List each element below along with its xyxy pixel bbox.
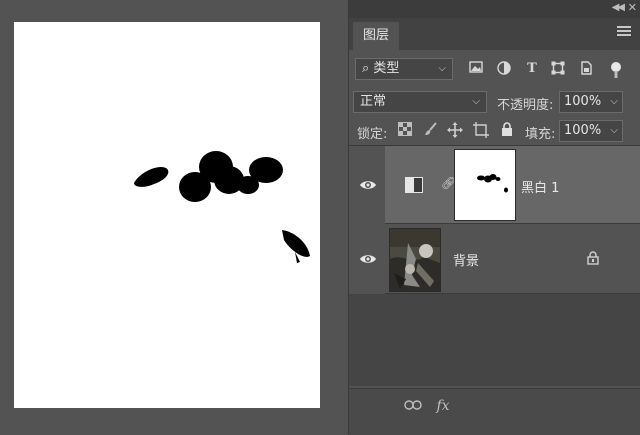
mask-blob-4	[495, 177, 501, 181]
opacity-input[interactable]: 100% ⌵	[559, 91, 623, 113]
layer-mask-thumbnail[interactable]	[454, 149, 516, 221]
close-icon[interactable]: ✕	[628, 1, 637, 14]
prevent-auto-nesting-icon[interactable]	[473, 122, 489, 138]
panel-title-strip: ◀◀ ✕	[349, 0, 640, 18]
layers-list: 🔗︎ 黑白 1 背景	[349, 145, 640, 386]
fx-icon[interactable]: fx	[433, 397, 453, 415]
chevron-down-icon: ⌵	[438, 63, 446, 74]
filter-kind-select[interactable]: ⌕ 类型 ⌵	[355, 58, 453, 80]
image-filter-icon[interactable]	[467, 61, 485, 77]
eye-icon[interactable]	[359, 253, 377, 265]
layer-thumbnail[interactable]	[389, 228, 441, 292]
layer-row-background[interactable]: 背景	[349, 224, 640, 294]
search-icon: ⌕	[362, 61, 370, 76]
chevron-down-icon: ⌵	[610, 125, 618, 136]
fill-value: 100%	[564, 123, 602, 138]
lock-transparent-pixels-icon[interactable]	[397, 122, 413, 138]
opacity-label: 不透明度:	[497, 98, 554, 113]
smart-object-filter-icon[interactable]	[577, 61, 595, 77]
canvas-content	[134, 151, 310, 263]
mask-thumbnail-content	[477, 174, 508, 193]
black-leaf	[282, 230, 310, 257]
blend-mode-value: 正常	[360, 94, 387, 109]
lock-position-icon[interactable]	[447, 122, 463, 138]
black-blob-1	[134, 166, 169, 187]
black-white-adjustment-icon[interactable]	[405, 177, 423, 193]
link-layers-icon[interactable]	[403, 397, 423, 415]
layers-panel: ◀◀ ✕ 图层 ⌕ 类型 ⌵ T 正常 ⌵ 不透明度: 100% ⌵ 锁定: 填…	[348, 0, 640, 435]
panel-menu-icon[interactable]	[617, 26, 631, 38]
opacity-value: 100%	[564, 94, 602, 109]
mask-blob-1	[477, 175, 485, 181]
layer-name[interactable]: 背景	[453, 250, 479, 269]
lock-image-pixels-icon[interactable]	[423, 122, 439, 138]
eye-icon[interactable]	[359, 179, 377, 191]
panel-footer: fx	[349, 388, 640, 435]
layer-row-black-white[interactable]: 🔗︎ 黑白 1	[349, 146, 640, 224]
fill-label: 填充:	[525, 127, 556, 142]
black-blob-6	[249, 157, 283, 183]
adjustment-filter-icon[interactable]	[495, 61, 513, 77]
tab-layers[interactable]: 图层	[353, 22, 400, 50]
fill-input[interactable]: 100% ⌵	[559, 120, 623, 142]
type-filter-icon[interactable]: T	[523, 61, 541, 77]
shape-filter-icon[interactable]	[549, 61, 567, 77]
lock-row: 锁定: 填充: 100% ⌵	[349, 118, 640, 144]
chevron-down-icon: ⌵	[610, 96, 618, 107]
lock-icon[interactable]	[587, 251, 599, 265]
mask-link-icon[interactable]: 🔗︎	[441, 176, 456, 190]
background-photo-thumbnail	[390, 229, 440, 291]
document-canvas[interactable]	[14, 22, 320, 408]
mask-blob-3	[489, 174, 497, 180]
mask-blob-5	[504, 187, 508, 193]
blend-mode-row: 正常 ⌵ 不透明度: 100% ⌵	[349, 89, 640, 115]
chevron-down-icon: ⌵	[472, 96, 480, 107]
blend-mode-select[interactable]: 正常 ⌵	[353, 91, 487, 113]
layer-name[interactable]: 黑白 1	[521, 177, 559, 196]
black-blob-3	[179, 172, 211, 202]
lock-label: 锁定:	[357, 127, 388, 142]
filter-toggle-icon[interactable]	[607, 61, 625, 78]
collapse-icon[interactable]: ◀◀	[612, 2, 625, 13]
filter-kind-label: 类型	[373, 61, 400, 76]
canvas-area	[0, 0, 348, 434]
filter-row: ⌕ 类型 ⌵ T	[349, 55, 640, 83]
lock-all-icon[interactable]	[499, 122, 515, 138]
panel-tabbar: 图层	[349, 18, 640, 50]
